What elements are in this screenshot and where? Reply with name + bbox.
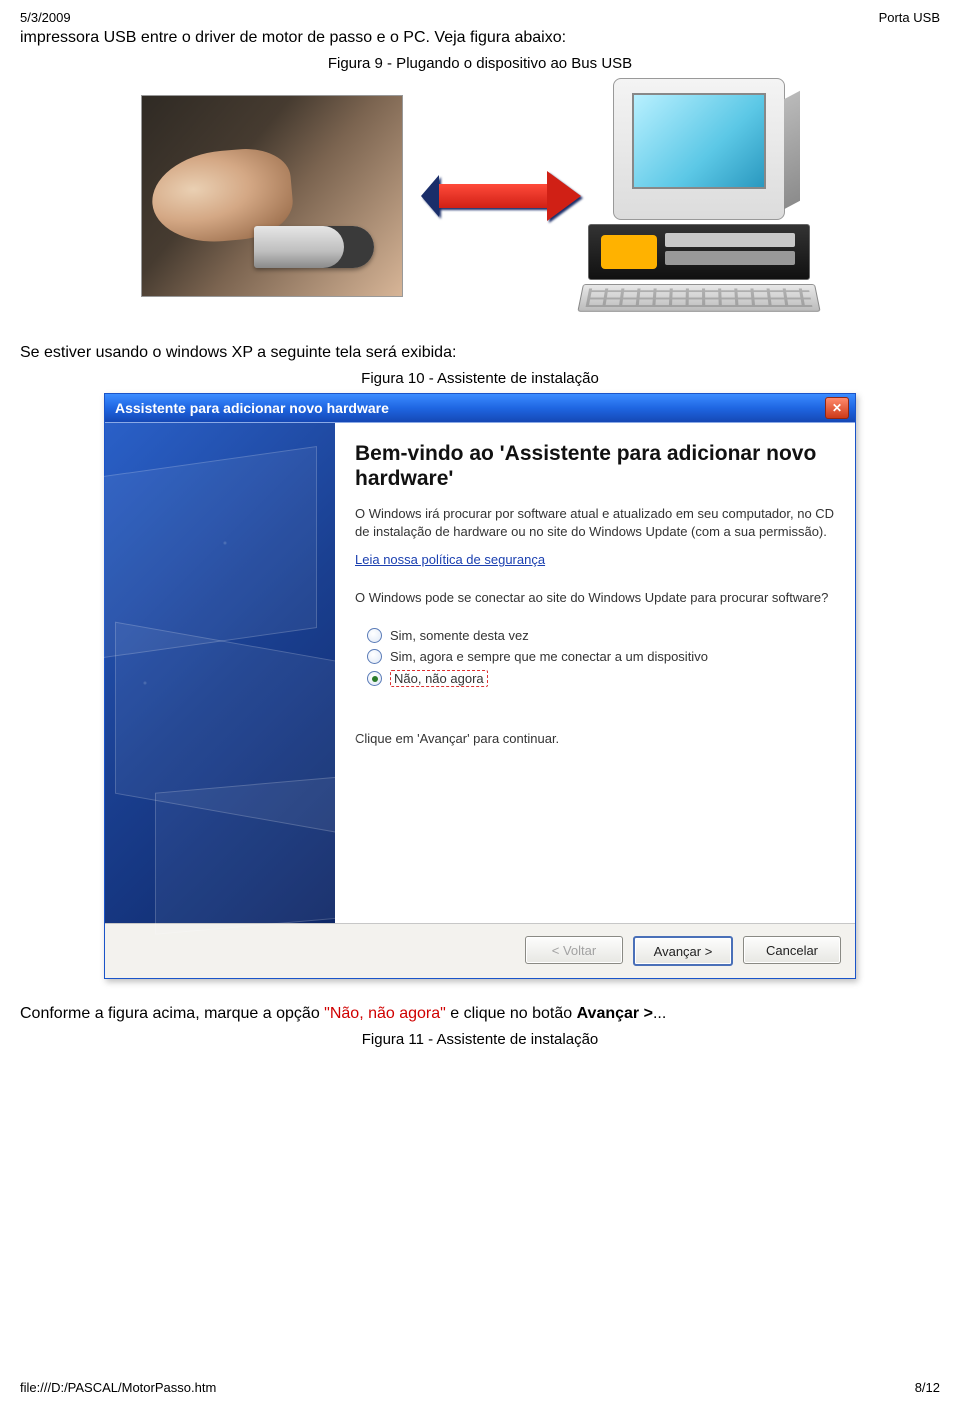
figure9-row bbox=[20, 78, 940, 314]
wizard-main-panel: Bem-vindo ao 'Assistente para adicionar … bbox=[335, 423, 855, 923]
page-header: 5/3/2009 Porta USB bbox=[20, 10, 940, 25]
option-no-not-now[interactable]: Não, não agora bbox=[365, 667, 835, 690]
radio-icon bbox=[367, 649, 382, 664]
continue-hint: Clique em 'Avançar' para continuar. bbox=[355, 730, 835, 748]
option-yes-always[interactable]: Sim, agora e sempre que me conectar a um… bbox=[365, 646, 835, 667]
figure9-caption: Figura 9 - Plugando o dispositivo ao Bus… bbox=[20, 55, 940, 72]
connection-arrow bbox=[421, 171, 561, 221]
wizard-question: O Windows pode se conectar ao site do Wi… bbox=[355, 589, 835, 607]
wizard-titlebar: Assistente para adicionar novo hardware … bbox=[105, 394, 855, 422]
wizard-side-art bbox=[105, 423, 335, 923]
hardware-wizard-dialog: Assistente para adicionar novo hardware … bbox=[104, 393, 856, 979]
figure11-caption: Figura 11 - Assistente de instalação bbox=[20, 1031, 940, 1048]
computer-illustration bbox=[579, 78, 819, 314]
instr-pre: Conforme a figura acima, marque a opção bbox=[20, 1005, 324, 1022]
wizard-welcome-title: Bem-vindo ao 'Assistente para adicionar … bbox=[355, 441, 835, 491]
page-footer: file:///D:/PASCAL/MotorPasso.htm 8/12 bbox=[20, 1380, 940, 1395]
monitor-icon bbox=[613, 78, 785, 220]
usb-cable-photo bbox=[141, 95, 403, 297]
footer-page: 8/12 bbox=[915, 1380, 940, 1395]
page-root: 5/3/2009 Porta USB impressora USB entre … bbox=[0, 0, 960, 1407]
close-icon: ✕ bbox=[832, 401, 842, 415]
radio-icon bbox=[367, 671, 382, 686]
back-button[interactable]: < Voltar bbox=[525, 936, 623, 964]
option-label: Sim, somente desta vez bbox=[390, 628, 529, 643]
instr-next-label: Avançar > bbox=[577, 1005, 653, 1022]
header-title: Porta USB bbox=[879, 10, 940, 25]
intro-paragraph: impressora USB entre o driver de motor d… bbox=[20, 29, 940, 47]
cancel-button[interactable]: Cancelar bbox=[743, 936, 841, 964]
paragraph-1: Se estiver usando o windows XP a seguint… bbox=[20, 344, 940, 362]
option-yes-once[interactable]: Sim, somente desta vez bbox=[365, 625, 835, 646]
option-label: Não, não agora bbox=[390, 670, 488, 687]
wizard-description: O Windows irá procurar por software atua… bbox=[355, 505, 835, 540]
next-button[interactable]: Avançar > bbox=[633, 936, 733, 966]
wizard-body: Bem-vindo ao 'Assistente para adicionar … bbox=[105, 422, 855, 923]
footer-path: file:///D:/PASCAL/MotorPasso.htm bbox=[20, 1380, 216, 1395]
instr-after: ... bbox=[653, 1005, 666, 1022]
wizard-title: Assistente para adicionar novo hardware bbox=[115, 400, 389, 416]
option-label: Sim, agora e sempre que me conectar a um… bbox=[390, 649, 708, 664]
instruction-paragraph: Conforme a figura acima, marque a opção … bbox=[20, 1005, 940, 1023]
instr-mid: e clique no botão bbox=[446, 1005, 577, 1022]
wizard-button-row: < Voltar Avançar > Cancelar bbox=[105, 923, 855, 978]
close-button[interactable]: ✕ bbox=[825, 397, 849, 419]
radio-icon bbox=[367, 628, 382, 643]
figure10-caption: Figura 10 - Assistente de instalação bbox=[20, 370, 940, 387]
pc-tower-icon bbox=[588, 224, 810, 280]
instr-red-option: "Não, não agora" bbox=[324, 1005, 446, 1022]
header-date: 5/3/2009 bbox=[20, 10, 71, 25]
arrow-icon bbox=[431, 184, 551, 208]
wizard-options: Sim, somente desta vez Sim, agora e semp… bbox=[365, 625, 835, 690]
keyboard-icon bbox=[577, 284, 820, 312]
privacy-policy-link[interactable]: Leia nossa política de segurança bbox=[355, 552, 835, 567]
